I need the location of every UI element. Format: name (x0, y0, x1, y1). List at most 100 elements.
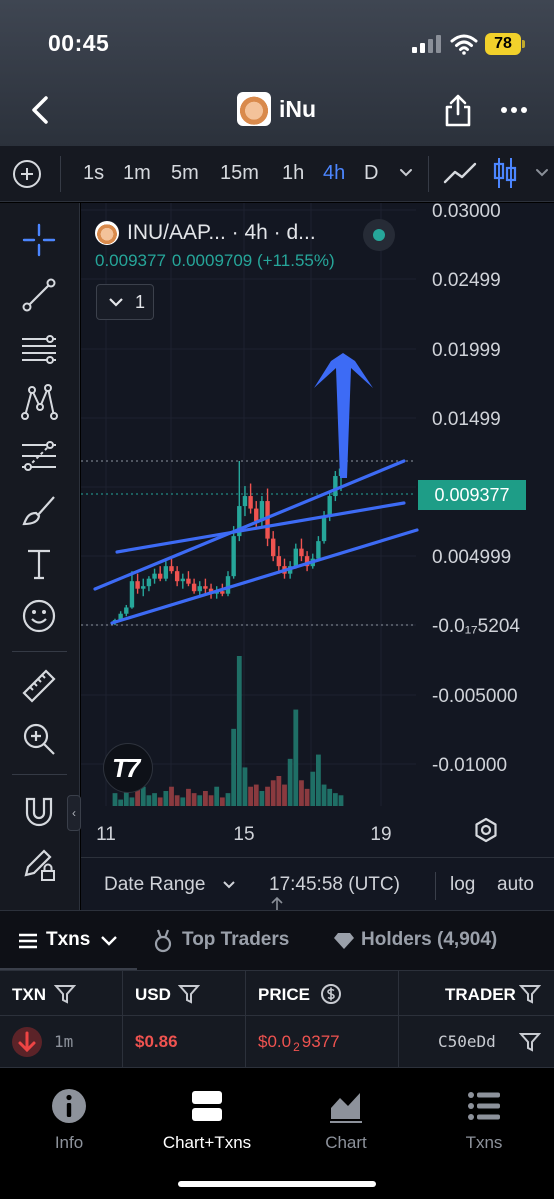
cellular-signal-icon (412, 35, 442, 53)
tradingview-logo[interactable]: T7 (103, 743, 153, 793)
candle-body (197, 586, 202, 592)
time-axis: 11 15 19 (96, 824, 391, 845)
collapse-legend-button[interactable]: 1 (96, 284, 154, 320)
toolbar-divider (428, 156, 429, 192)
auto-scale-toggle[interactable]: auto (497, 874, 534, 896)
nav-chart-txns[interactable]: Chart+Txns (138, 1086, 276, 1153)
candle-body (248, 496, 253, 509)
price-chart[interactable]: 0.03000 0.02499 0.01999 0.01499 0.004999 -0.0… (81, 203, 554, 910)
filter-icon[interactable] (54, 983, 76, 1005)
timeframe-4h[interactable]: 4h (323, 162, 345, 185)
column-divider (398, 1016, 399, 1068)
volume-bar (163, 791, 169, 806)
filter-icon[interactable] (178, 983, 200, 1005)
price-tick-label: 0.01999 (432, 340, 501, 361)
currency-toggle-icon[interactable] (320, 983, 342, 1005)
volume-bar (299, 780, 304, 806)
list-icon (468, 1092, 500, 1120)
date-range-button[interactable]: Date Range (104, 874, 205, 896)
filter-icon[interactable] (519, 1031, 541, 1053)
column-header-usd: USD (135, 985, 171, 1004)
column-divider (398, 971, 399, 1017)
add-indicator-button[interactable] (13, 160, 41, 188)
timeframe-1h[interactable]: 1h (282, 162, 304, 185)
tab-txns-label: Txns (46, 929, 91, 950)
measure-tool[interactable] (20, 667, 58, 705)
chevron-down-icon[interactable] (222, 879, 236, 891)
candle-body (146, 578, 152, 587)
chart-type-dropdown-icon[interactable] (534, 162, 550, 182)
candle-body (186, 578, 191, 584)
volume-bar (316, 754, 321, 806)
battery-tip (522, 40, 525, 48)
trend-line-tool[interactable] (20, 276, 58, 314)
candle-body (333, 476, 338, 497)
volume-bar (112, 793, 118, 806)
candle-body (174, 571, 180, 582)
app-header: 00:45 78 iNu (0, 0, 554, 146)
nav-chart-txns-label: Chart+Txns (162, 1133, 252, 1152)
token-logo (237, 92, 271, 126)
magnet-icon (25, 797, 53, 827)
candle-body (152, 573, 157, 579)
trend-line-icon (22, 278, 56, 312)
chart-settings-icon[interactable] (473, 817, 499, 843)
line-chart-type-icon[interactable] (443, 160, 477, 186)
info-icon (52, 1089, 86, 1123)
volume-bar (276, 776, 282, 806)
timeframe-dropdown-icon[interactable] (398, 162, 414, 182)
table-row[interactable]: 1m $0.86 $0.0 2 9377 C50eDd (0, 1016, 554, 1068)
fibonacci-icon (22, 441, 56, 471)
indicator-count: 1 (135, 292, 146, 312)
volume-bar (191, 793, 197, 806)
candlestick-chart-type-icon[interactable] (492, 156, 518, 190)
text-tool[interactable] (20, 545, 58, 583)
volume-bar (169, 786, 174, 806)
zoom-in-icon (23, 723, 55, 755)
filter-icon[interactable] (519, 983, 541, 1005)
timeframe-1s[interactable]: 1s (83, 162, 104, 185)
column-header-txn: TXN (12, 985, 46, 1004)
timeframe-5m[interactable]: 5m (171, 162, 199, 185)
diamond-icon (334, 933, 354, 949)
emoji-tool[interactable] (20, 597, 58, 635)
parallel-lines-tool[interactable] (20, 330, 58, 368)
back-button[interactable] (26, 92, 54, 128)
txn-trader[interactable]: C50eDd (438, 1032, 496, 1051)
crosshair-tool[interactable] (20, 221, 58, 259)
ruler-icon (22, 669, 56, 703)
timeframe-d[interactable]: D (364, 162, 378, 185)
pattern-tool[interactable] (20, 383, 58, 421)
nav-chart[interactable]: Chart (277, 1086, 415, 1153)
volume-bar (146, 795, 152, 806)
price-tick-label: 0.02499 (432, 270, 501, 291)
market-status-indicator[interactable] (363, 219, 395, 251)
log-scale-toggle[interactable]: log (450, 874, 475, 896)
utc-clock[interactable]: 17:45:58 (UTC) (269, 874, 400, 896)
candle-body (231, 536, 236, 577)
timeframe-15m[interactable]: 15m (220, 162, 259, 185)
magnet-tool[interactable] (20, 793, 58, 831)
nav-txns[interactable]: Txns (415, 1086, 553, 1153)
price-tick-label: -0.01000 (432, 755, 507, 776)
fib-tool[interactable] (20, 437, 58, 475)
share-icon[interactable] (443, 92, 473, 128)
brush-tool[interactable] (20, 491, 58, 529)
more-options-icon[interactable] (500, 100, 528, 120)
tab-top-traders-label: Top Traders (182, 929, 290, 950)
lock-drawing-tool[interactable] (20, 845, 58, 883)
time-tick-label: 19 (370, 824, 391, 845)
volume-bar (310, 771, 316, 806)
volume-bar (332, 793, 338, 806)
timeframe-1m[interactable]: 1m (123, 162, 151, 185)
price-tick-label: 0.03000 (432, 203, 501, 222)
pair-title[interactable]: INU/AAP... · 4h · d... (127, 221, 316, 245)
collapse-tools-button[interactable]: ‹ (67, 795, 81, 831)
volume-bar (197, 795, 203, 806)
nav-info[interactable]: Info (0, 1086, 138, 1153)
toolbar-divider (60, 156, 61, 192)
zoom-tool[interactable] (20, 720, 58, 758)
candle-body (299, 548, 304, 557)
status-time: 00:45 (48, 30, 110, 56)
volume-bar (118, 799, 124, 806)
